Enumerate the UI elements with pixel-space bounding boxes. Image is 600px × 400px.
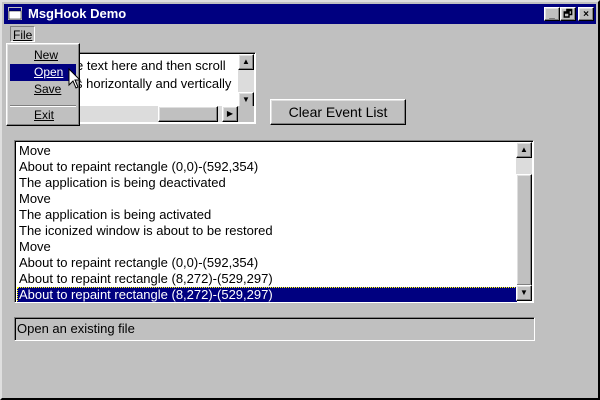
status-text: Open an existing file [17, 321, 135, 336]
menu-item-exit-label: Exit [34, 108, 55, 122]
menu-file[interactable]: File [10, 26, 36, 42]
scroll-down-icon: ▼ [242, 95, 250, 104]
menu-item-open-label: Open [34, 65, 64, 79]
list-item[interactable]: About to repaint rectangle (0,0)-(592,35… [17, 255, 517, 271]
list-item[interactable]: Move [17, 143, 517, 159]
app-window-icon [8, 7, 22, 20]
minimize-button[interactable]: _ [544, 7, 560, 21]
scroll-up-button[interactable]: ▲ [238, 54, 254, 70]
list-item[interactable]: Move [17, 191, 517, 207]
text-box-vertical-scrollbar[interactable]: ▲ ▼ [238, 54, 254, 108]
menu-item-exit[interactable]: Exit [10, 107, 76, 124]
list-scroll-down-button[interactable]: ▼ [516, 285, 532, 301]
list-scroll-up-button[interactable]: ▲ [516, 142, 532, 158]
minimize-icon: _ [549, 9, 555, 20]
menu-bar: File [4, 24, 596, 44]
menu-item-new-label: New [34, 48, 59, 62]
menu-item-save[interactable]: Save [10, 81, 76, 98]
scroll-right-button[interactable]: ▶ [222, 106, 238, 122]
scroll-down-icon: ▼ [520, 288, 528, 297]
menu-file-label: File [13, 28, 33, 42]
list-scroll-thumb[interactable] [516, 174, 532, 286]
list-item[interactable]: About to repaint rectangle (8,272)-(529,… [17, 271, 517, 287]
title-bar[interactable]: MsgHook Demo _ 🗗 × [4, 4, 596, 24]
close-icon: × [583, 9, 589, 20]
scroll-right-icon: ▶ [226, 109, 234, 118]
status-box: Open an existing file [14, 317, 535, 341]
window-title: MsgHook Demo [28, 6, 127, 21]
event-list-vertical-scrollbar[interactable]: ▲ ▼ [516, 142, 532, 301]
list-item[interactable]: The application is being activated [17, 207, 517, 223]
menu-item-save-label: Save [34, 82, 62, 96]
list-item[interactable]: The iconized window is about to be resto… [17, 223, 517, 239]
menu-item-new[interactable]: New [10, 47, 76, 64]
mouse-pointer-icon [68, 68, 82, 89]
list-item[interactable]: The application is being deactivated [17, 175, 517, 191]
event-list-items: Move About to repaint rectangle (0,0)-(59… [17, 143, 517, 302]
event-list[interactable]: Move About to repaint rectangle (0,0)-(59… [14, 140, 534, 303]
clear-event-list-button[interactable]: Clear Event List [270, 99, 406, 125]
app-window: MsgHook Demo _ 🗗 × File e text here and … [0, 0, 600, 400]
list-item[interactable]: About to repaint rectangle (8,272)-(529,… [17, 287, 517, 302]
scroll-up-icon: ▲ [520, 145, 528, 154]
scroll-up-icon: ▲ [242, 57, 250, 66]
restore-icon: 🗗 [563, 9, 573, 20]
scroll-corner [238, 106, 254, 122]
horizontal-scroll-thumb[interactable] [158, 106, 218, 122]
restore-button[interactable]: 🗗 [560, 7, 576, 21]
list-item[interactable]: Move [17, 239, 517, 255]
menu-item-open[interactable]: Open [10, 64, 76, 81]
list-item[interactable]: About to repaint rectangle (0,0)-(592,35… [17, 159, 517, 175]
close-button[interactable]: × [578, 7, 594, 21]
